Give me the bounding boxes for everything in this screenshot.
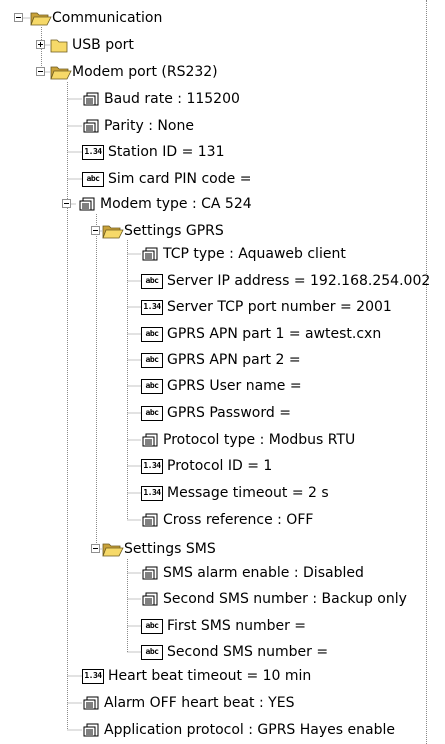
usb-port-expand-toggle[interactable]: [36, 40, 45, 49]
tree-leaf-label: GPRS User name =: [167, 378, 302, 394]
tree-leaf-label: Heart beat timeout = 10 min: [108, 668, 312, 684]
list-icon: [141, 565, 159, 581]
tree-leaf-label: Protocol type : Modbus RTU: [163, 432, 356, 448]
tree-leaf-label: Server TCP port number = 2001: [167, 299, 392, 315]
tree-leaf-baud-rate[interactable]: Baud rate : 115200: [82, 88, 240, 110]
tree-leaf-label: Server IP address = 192.168.254.002: [167, 273, 431, 289]
tree-leaf-tcp-type[interactable]: TCP type : Aquaweb client: [141, 243, 346, 265]
tree-node-modem-type[interactable]: Modem type : CA 524: [78, 193, 252, 215]
communication-collapse-toggle[interactable]: [14, 13, 23, 22]
tree-leaf-label: Message timeout = 2 s: [167, 485, 329, 501]
text-value-icon: abc: [141, 644, 163, 660]
tree-leaf-apn-part-1[interactable]: abc GPRS APN part 1 = awtest.cxn: [141, 323, 381, 345]
tree-leaf-label: GPRS APN part 2 =: [167, 352, 301, 368]
folder-open-icon: [102, 223, 124, 239]
modem-port-collapse-toggle[interactable]: [36, 67, 45, 76]
tree-leaf-label: SMS alarm enable : Disabled: [163, 565, 364, 581]
tree-leaf-station-id[interactable]: 1.34 Station ID = 131: [82, 141, 224, 163]
tree-node-label: Settings GPRS: [124, 223, 224, 239]
list-icon: [78, 196, 96, 212]
tree-leaf-protocol-id[interactable]: 1.34 Protocol ID = 1: [141, 455, 272, 477]
tree-leaf-second-sms-number[interactable]: abc Second SMS number =: [141, 641, 328, 663]
tree-leaf-label: TCP type : Aquaweb client: [163, 246, 346, 262]
tree-leaf-message-timeout[interactable]: 1.34 Message timeout = 2 s: [141, 482, 329, 504]
tree-leaf-label: Protocol ID = 1: [167, 458, 273, 474]
tree-leaf-second-sms-mode[interactable]: Second SMS number : Backup only: [141, 588, 407, 610]
tree-leaf-label: Second SMS number =: [167, 644, 329, 660]
tree-leaf-parity[interactable]: Parity : None: [82, 115, 194, 137]
list-icon: [82, 695, 100, 711]
numeric-value-icon: 1.34: [82, 668, 104, 684]
tree-leaf-protocol-type[interactable]: Protocol type : Modbus RTU: [141, 429, 355, 451]
list-icon: [82, 91, 100, 107]
tree-node-communication[interactable]: Communication: [30, 7, 162, 29]
list-icon: [141, 246, 159, 262]
list-icon: [82, 722, 100, 738]
tree-leaf-heart-beat-timeout[interactable]: 1.34 Heart beat timeout = 10 min: [82, 665, 311, 687]
settings-gprs-collapse-toggle[interactable]: [91, 226, 100, 235]
tree-leaf-alarm-off-heart-beat[interactable]: Alarm OFF heart beat : YES: [82, 692, 294, 714]
tree-node-usb-port[interactable]: USB port: [50, 34, 134, 56]
modem-type-collapse-toggle[interactable]: [62, 199, 71, 208]
list-icon: [141, 512, 159, 528]
tree-node-label: Modem type : CA 524: [100, 196, 252, 212]
tree-node-label: Modem port (RS232): [72, 64, 218, 80]
tree-leaf-server-ip[interactable]: abc Server IP address = 192.168.254.002: [141, 270, 430, 292]
list-icon: [141, 591, 159, 607]
tree-node-modem-port[interactable]: Modem port (RS232): [50, 61, 218, 83]
numeric-value-icon: 1.34: [141, 458, 163, 474]
tree-leaf-sms-alarm-enable[interactable]: SMS alarm enable : Disabled: [141, 562, 364, 584]
tree-leaf-server-tcp-port[interactable]: 1.34 Server TCP port number = 2001: [141, 296, 392, 318]
tree-leaf-label: First SMS number =: [167, 618, 307, 634]
folder-icon: [50, 37, 68, 53]
tree-leaf-cross-reference[interactable]: Cross reference : OFF: [141, 509, 313, 531]
tree-leaf-application-protocol[interactable]: Application protocol : GPRS Hayes enable: [82, 719, 395, 741]
tree-node-settings-sms[interactable]: Settings SMS: [102, 538, 216, 560]
text-value-icon: abc: [141, 352, 163, 368]
tree-leaf-label: Station ID = 131: [108, 144, 225, 160]
list-icon: [141, 432, 159, 448]
folder-open-icon: [50, 64, 72, 80]
text-value-icon: abc: [82, 171, 104, 187]
tree-leaf-label: Sim card PIN code =: [108, 171, 252, 187]
text-value-icon: abc: [141, 405, 163, 421]
tree-leaf-label: GPRS Password =: [167, 405, 291, 421]
text-value-icon: abc: [141, 378, 163, 394]
tree-leaf-first-sms-number[interactable]: abc First SMS number =: [141, 615, 306, 637]
tree-node-settings-gprs[interactable]: Settings GPRS: [102, 220, 224, 242]
text-value-icon: abc: [141, 618, 163, 634]
tree-leaf-label: Parity : None: [104, 118, 194, 134]
numeric-value-icon: 1.34: [141, 299, 163, 315]
tree-leaf-apn-part-2[interactable]: abc GPRS APN part 2 =: [141, 349, 301, 371]
list-icon: [82, 118, 100, 134]
numeric-value-icon: 1.34: [82, 144, 104, 160]
tree-leaf-gprs-password[interactable]: abc GPRS Password =: [141, 402, 291, 424]
tree-leaf-label: Alarm OFF heart beat : YES: [104, 695, 295, 711]
settings-sms-collapse-toggle[interactable]: [91, 544, 100, 553]
tree-leaf-label: Cross reference : OFF: [163, 512, 314, 528]
text-value-icon: abc: [141, 273, 163, 289]
numeric-value-icon: 1.34: [141, 485, 163, 501]
tree-leaf-sim-pin[interactable]: abc Sim card PIN code =: [82, 168, 251, 190]
tree-node-label: Settings SMS: [124, 541, 216, 557]
tree-node-label: Communication: [52, 10, 163, 26]
tree-leaf-label: Application protocol : GPRS Hayes enable: [104, 722, 395, 738]
tree-leaf-gprs-user-name[interactable]: abc GPRS User name =: [141, 375, 302, 397]
tree-right-divider: [426, 0, 427, 744]
text-value-icon: abc: [141, 326, 163, 342]
folder-open-icon: [102, 541, 124, 557]
tree-leaf-label: Baud rate : 115200: [104, 91, 240, 107]
tree-leaf-label: Second SMS number : Backup only: [163, 591, 407, 607]
folder-open-icon: [30, 10, 52, 26]
tree-node-label: USB port: [72, 37, 134, 53]
tree-leaf-label: GPRS APN part 1 = awtest.cxn: [167, 326, 382, 342]
